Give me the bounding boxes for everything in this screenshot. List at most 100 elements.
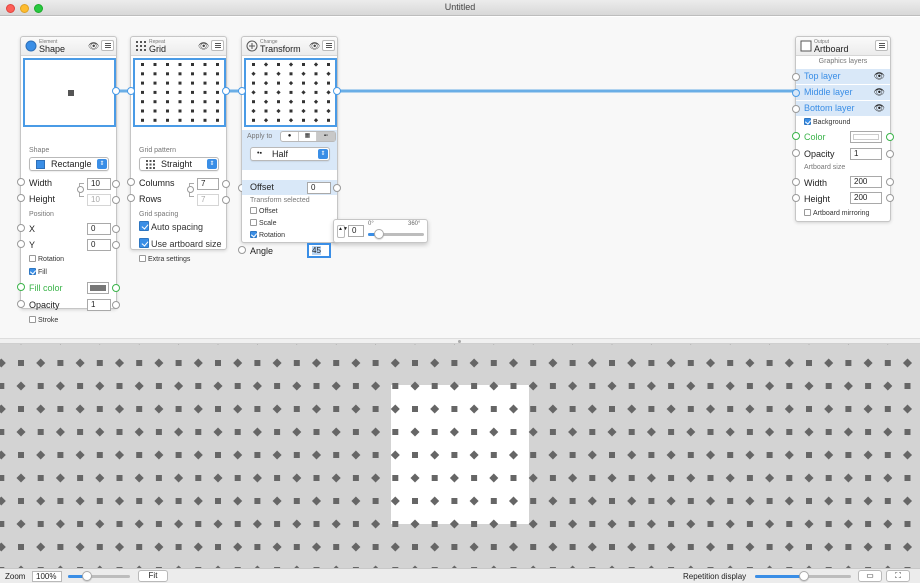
fit-button[interactable]: Fit (138, 570, 168, 582)
transform-node-header[interactable]: Change Transform 👁 (242, 37, 337, 56)
repetition-slider-knob[interactable] (799, 571, 809, 581)
background-color-swatch[interactable] (850, 131, 882, 143)
x-output-port[interactable] (112, 225, 120, 233)
eye-icon[interactable]: 👁 (874, 87, 885, 98)
fill-checkbox[interactable]: Fill (29, 268, 47, 276)
columns-output-port[interactable] (222, 180, 230, 188)
single-view-button[interactable]: ▭ (858, 570, 882, 582)
zoom-slider[interactable] (68, 571, 130, 581)
angle-slider-knob[interactable] (374, 229, 384, 239)
eye-icon[interactable]: 👁 (874, 103, 885, 114)
shape-node[interactable]: Element Shape 👁 Shape Rectangle ⇕ Width … (17, 36, 120, 324)
angle-field[interactable]: 45 (307, 243, 331, 258)
apply-selected-segment[interactable]: ▪▫ (317, 132, 335, 141)
transform-output-port[interactable] (333, 87, 341, 95)
y-output-port[interactable] (112, 241, 120, 249)
grid-input-port[interactable] (127, 87, 135, 95)
node-menu-button[interactable] (101, 40, 114, 51)
fullscreen-button[interactable]: ⛶ (886, 570, 910, 582)
link-columns-rows-toggle[interactable] (187, 186, 194, 193)
eye-icon[interactable]: 👁 (874, 71, 885, 82)
background-checkbox[interactable]: Background (804, 118, 850, 126)
angle-stepper[interactable]: ▲▼ (337, 225, 348, 238)
transform-input-port[interactable] (238, 87, 246, 95)
height-field[interactable]: 200 (850, 192, 882, 204)
x-field[interactable]: 0 (87, 223, 111, 235)
layer-row-middle[interactable]: Middle layer 👁 (796, 85, 890, 100)
apply-to-segmented-control[interactable]: ● ▦ ▪▫ (280, 131, 336, 142)
eye-icon[interactable]: 👁 (198, 41, 209, 52)
eye-icon[interactable]: 👁 (309, 41, 320, 52)
rows-output-port[interactable] (222, 196, 230, 204)
layer-row-bottom[interactable]: Bottom layer 👁 (796, 101, 890, 116)
opacity-field[interactable]: 1 (87, 299, 111, 311)
fill-color-swatch[interactable] (87, 282, 109, 294)
width-field[interactable]: 10 (87, 178, 111, 190)
offset-checkbox[interactable]: Offset (250, 207, 278, 215)
artboard-node-header[interactable]: Output Artboard (796, 37, 890, 56)
pattern-square (0, 429, 5, 435)
height-output-port[interactable] (886, 194, 894, 202)
rows-field[interactable]: 7 (197, 194, 219, 206)
node-menu-button[interactable] (875, 40, 888, 51)
offset-field[interactable]: 0 (307, 182, 331, 194)
pattern-diamond (410, 344, 420, 345)
pattern-diamond (371, 344, 381, 345)
layer-row-top[interactable]: Top layer 👁 (796, 69, 890, 84)
offset-output-port[interactable] (333, 184, 341, 192)
height-output-port[interactable] (112, 196, 120, 204)
apply-all-segment[interactable]: ● (281, 132, 299, 141)
grid-output-port[interactable] (222, 87, 230, 95)
angle-slider[interactable] (368, 229, 424, 239)
rotation-checkbox[interactable]: Rotation (250, 231, 285, 239)
top-layer-input-port[interactable] (792, 73, 800, 81)
y-field[interactable]: 0 (87, 239, 111, 251)
grid-node-header[interactable]: Repeat Grid 👁 (131, 37, 226, 56)
stroke-checkbox[interactable]: Stroke (29, 316, 58, 324)
zoom-field[interactable]: 100% (32, 571, 62, 582)
pattern-square (628, 383, 635, 389)
width-output-port[interactable] (112, 180, 120, 188)
shape-node-header[interactable]: Element Shape 👁 (21, 37, 116, 56)
grid-node[interactable]: Repeat Grid 👁 Grid pattern Straight ⇕ Co… (127, 36, 230, 263)
opacity-field[interactable]: 1 (850, 148, 882, 160)
angle-popover[interactable]: ▲▼ 0 0° 360° (333, 219, 428, 243)
opacity-output-port[interactable] (886, 150, 894, 158)
height-field[interactable]: 10 (87, 194, 111, 206)
node-graph[interactable]: Element Shape 👁 Shape Rectangle ⇕ Width … (0, 17, 920, 338)
repetition-slider[interactable] (755, 571, 851, 581)
columns-field[interactable]: 7 (197, 178, 219, 190)
scale-checkbox[interactable]: Scale (250, 219, 277, 227)
transform-mode-select[interactable]: •▪ Half ⇕ (250, 147, 330, 161)
artwork-canvas[interactable] (0, 344, 920, 568)
rotation-checkbox[interactable]: Rotation (29, 255, 64, 263)
artboard-node[interactable]: Output Artboard Graphics layers Top laye… (792, 36, 894, 222)
grid-pattern-select[interactable]: Straight ⇕ (139, 157, 219, 171)
auto-spacing-checkbox[interactable]: Auto spacing (139, 221, 203, 232)
offset-label: Offset (250, 182, 274, 192)
color-output-port[interactable] (886, 133, 894, 141)
transform-mode-value: Half (272, 149, 289, 159)
opacity-output-port[interactable] (112, 301, 120, 309)
artboard-mirroring-checkbox[interactable]: Artboard mirroring (804, 209, 869, 217)
width-output-port[interactable] (886, 178, 894, 186)
transform-node[interactable]: Change Transform 👁 Apply to ● ▦ ▪▫ •▪ Ha… (238, 36, 341, 258)
position-label: Position (29, 211, 54, 218)
angle-popover-field[interactable]: 0 (348, 225, 364, 237)
width-field[interactable]: 200 (850, 176, 882, 188)
node-menu-button[interactable] (211, 40, 224, 51)
eye-icon[interactable]: 👁 (88, 41, 99, 52)
middle-layer-input-port[interactable] (792, 89, 800, 97)
shape-output-port[interactable] (112, 87, 120, 95)
shape-type-select[interactable]: Rectangle ⇕ (29, 157, 109, 171)
link-width-height-toggle[interactable] (77, 186, 84, 193)
zoom-slider-knob[interactable] (82, 571, 92, 581)
use-artboard-size-checkbox[interactable]: Use artboard size (139, 238, 222, 249)
pattern-diamond (804, 427, 814, 437)
apply-grid-segment[interactable]: ▦ (299, 132, 317, 141)
bottom-layer-input-port[interactable] (792, 105, 800, 113)
fill-color-output-port[interactable] (112, 284, 120, 292)
extra-settings-checkbox[interactable]: Extra settings (139, 255, 190, 263)
pattern-diamond (430, 358, 440, 368)
node-menu-button[interactable] (322, 40, 335, 51)
